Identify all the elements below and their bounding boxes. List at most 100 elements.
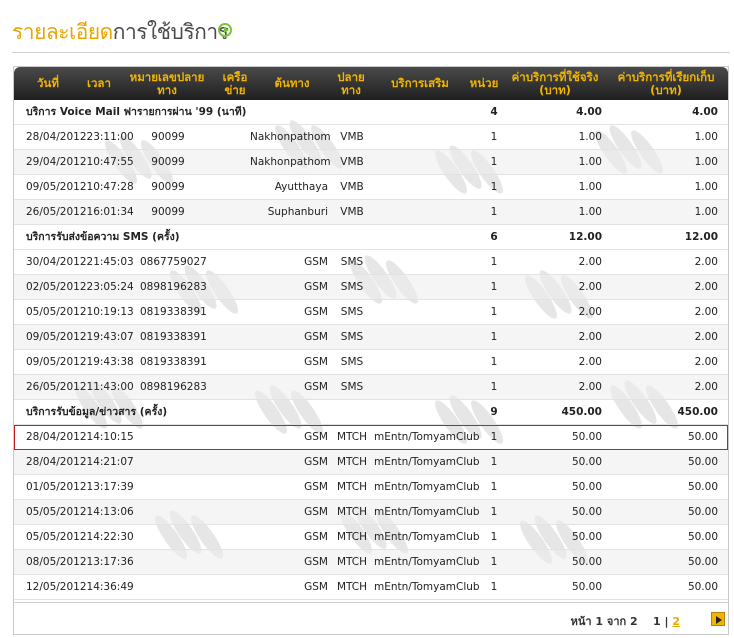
cell-datetime: 12/05/201214:36:49: [26, 581, 134, 593]
cell-service: [374, 150, 478, 174]
cell-actual: 2.00: [578, 306, 602, 318]
col-header-network: เครือข่าย: [222, 69, 248, 97]
cell-charged: 2.00: [694, 356, 718, 368]
cell-number: [140, 450, 196, 474]
col-header-date: วันที่: [37, 76, 59, 90]
table-body: บริการ Voice Mail ฟารายการผ่าน '99 (นาที…: [14, 100, 728, 600]
cell-number: [140, 425, 196, 449]
group-actual: 450.00: [561, 406, 602, 418]
cell-number: 0898196283: [140, 281, 207, 293]
go-arrow-icon[interactable]: [218, 23, 232, 37]
table-row[interactable]: 08/05/201213:17:36 GSM MTCH mEntn/TomyamClu…: [14, 550, 728, 575]
cell-actual: 1.00: [578, 156, 602, 168]
table-row[interactable]: 05/05/201214:22:30 GSM MTCH mEntn/TomyamClu…: [14, 525, 728, 550]
cell-origin: GSM: [304, 331, 328, 343]
table-row[interactable]: 12/05/201214:36:49 GSM MTCH mEntn/TomyamClu…: [14, 575, 728, 600]
cell-number: 0898196283: [140, 381, 207, 393]
cell-number: 0867759027: [140, 256, 207, 268]
page-link-2[interactable]: 2: [672, 615, 680, 628]
cell-service: mEntn/TomyamClub: [374, 431, 480, 443]
cell-service: mEntn/TomyamClub: [374, 556, 480, 568]
cell-service: mEntn/TomyamClub: [374, 456, 480, 468]
group-title: บริการรับส่งข้อความ SMS (ครั้ง): [26, 231, 180, 243]
cell-actual: 50.00: [571, 506, 602, 518]
cell-number: [140, 550, 196, 574]
table-row[interactable]: 05/05/201214:13:06 GSM MTCH mEntn/TomyamClu…: [14, 500, 728, 525]
cell-charged: 50.00: [687, 531, 718, 543]
cell-destination: MTCH: [336, 481, 368, 493]
cell-actual: 50.00: [571, 556, 602, 568]
table-row[interactable]: 30/04/201221:45:03 0867759027 GSM SMS 1 2.00 2…: [14, 250, 728, 275]
cell-charged: 2.00: [694, 306, 718, 318]
cell-service: [374, 350, 478, 374]
cell-service: mEntn/TomyamClub: [374, 506, 480, 518]
cell-number: 90099: [151, 206, 185, 218]
table-row[interactable]: 09/05/201219:43:07 0819338391 GSM SMS 1 2.00 2…: [14, 325, 728, 350]
cell-number: 0819338391: [140, 306, 207, 318]
table-row[interactable]: 28/04/201214:10:15 GSM MTCH mEntn/TomyamClu…: [14, 425, 728, 450]
cell-number: [140, 500, 196, 524]
cell-destination: MTCH: [336, 531, 368, 543]
cell-origin: GSM: [304, 581, 328, 593]
table-row[interactable]: 01/05/201213:17:39 GSM MTCH mEntn/TomyamClu…: [14, 475, 728, 500]
cell-datetime: 05/05/201214:13:06: [26, 506, 134, 518]
cell-datetime: 28/04/201214:21:07: [26, 456, 134, 468]
next-arrow-icon[interactable]: [711, 612, 725, 626]
cell-datetime: 29/04/201210:47:55: [26, 156, 134, 168]
cell-service: mEntn/TomyamClub: [374, 481, 480, 493]
table-row[interactable]: 09/05/201210:47:28 90099 Ayutthaya VMB 1 1.00…: [14, 175, 728, 200]
cell-destination: SMS: [340, 381, 364, 393]
cell-service: [374, 275, 478, 299]
page-title-accent: รายละเอียด: [12, 20, 113, 44]
col-header-units: หน่วย: [469, 76, 499, 90]
page-current: 1: [652, 615, 661, 628]
group-actual: 12.00: [568, 231, 602, 243]
cell-actual: 2.00: [578, 281, 602, 293]
table-row[interactable]: 05/05/201210:19:13 0819338391 GSM SMS 1 2.00 2…: [14, 300, 728, 325]
cell-actual: 1.00: [578, 181, 602, 193]
cell-destination: MTCH: [336, 456, 368, 468]
cell-origin: Nakhonpathom: [250, 156, 331, 168]
cell-actual: 2.00: [578, 331, 602, 343]
page-title-main: การใช้บริการ: [112, 20, 229, 44]
cell-service: [374, 200, 478, 224]
cell-charged: 50.00: [687, 481, 718, 493]
cell-actual: 2.00: [578, 256, 602, 268]
cell-origin: GSM: [304, 531, 328, 543]
cell-origin: GSM: [304, 381, 328, 393]
cell-number: 90099: [151, 156, 185, 168]
cell-actual: 1.00: [578, 206, 602, 218]
table-row[interactable]: 26/05/201211:43:00 0898196283 GSM SMS 1 2.00 2…: [14, 375, 728, 400]
cell-service: [374, 175, 478, 199]
cell-origin: GSM: [304, 456, 328, 468]
cell-charged: 50.00: [687, 556, 718, 568]
cell-origin: GSM: [304, 481, 328, 493]
table-header: วันที่ เวลา หมายเลขปลายทาง เครือข่าย ต้นทาง ป…: [14, 67, 728, 100]
table-row[interactable]: 26/05/201216:01:34 90099 Suphanburi VMB 1 1.0…: [14, 200, 728, 225]
table-row[interactable]: 29/04/201210:47:55 90099 Nakhonpathom VMB 1 1…: [14, 150, 728, 175]
group-actual: 4.00: [576, 106, 602, 118]
cell-charged: 1.00: [694, 131, 718, 143]
cell-destination: MTCH: [336, 581, 368, 593]
cell-service: mEntn/TomyamClub: [374, 531, 480, 543]
table-row[interactable]: 02/05/201223:05:24 0898196283 GSM SMS 1 2.00 2…: [14, 275, 728, 300]
cell-actual: 2.00: [578, 356, 602, 368]
page-indicator: หน้า 1 จาก 2 1 | 2: [571, 612, 680, 630]
cell-datetime: 05/05/201214:22:30: [26, 531, 134, 543]
cell-datetime: 02/05/201223:05:24: [26, 281, 134, 293]
col-header-time: เวลา: [87, 76, 111, 90]
group-charged: 12.00: [684, 231, 718, 243]
cell-datetime: 09/05/201210:47:28: [26, 181, 134, 193]
cell-destination: VMB: [340, 181, 364, 193]
cell-charged: 2.00: [694, 381, 718, 393]
cell-datetime: 01/05/201213:17:39: [26, 481, 134, 493]
table-row[interactable]: 09/05/201219:43:38 0819338391 GSM SMS 1 2.00 2…: [14, 350, 728, 375]
cell-destination: VMB: [340, 156, 364, 168]
col-header-actual: ค่าบริการที่ใช้จริง (บาท): [511, 69, 599, 97]
cell-charged: 50.00: [687, 456, 718, 468]
table-row[interactable]: 28/04/201214:21:07 GSM MTCH mEntn/TomyamClu…: [14, 450, 728, 475]
cell-service: [374, 125, 478, 149]
cell-service: [374, 375, 478, 399]
table-row[interactable]: 28/04/201223:11:00 90099 Nakhonpathom VMB 1 1…: [14, 125, 728, 150]
cell-destination: SMS: [340, 281, 364, 293]
